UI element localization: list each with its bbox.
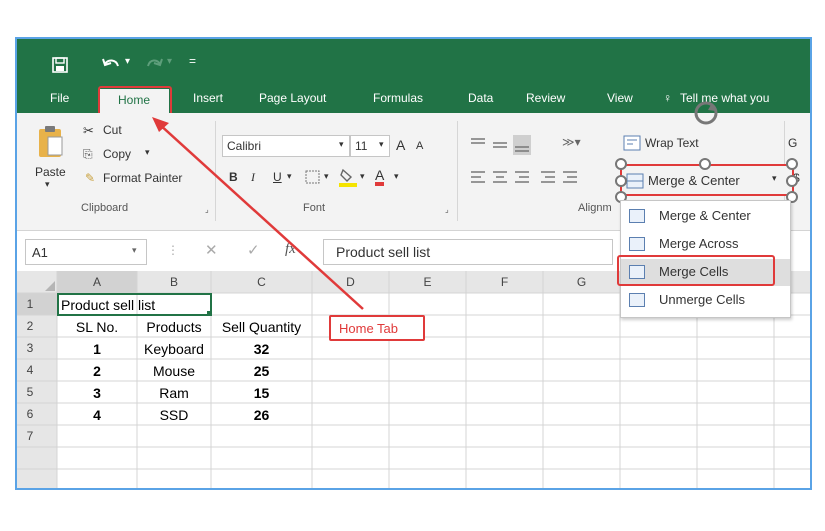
screenshot-frame: ▾ ▾ = File Home Insert Page Layout Formu…: [15, 37, 812, 490]
annotation-arrow: [152, 117, 364, 310]
excel-window: ▾ ▾ = File Home Insert Page Layout Formu…: [17, 39, 810, 488]
home-tab-callout: Home Tab: [329, 315, 425, 341]
callout-label: Home Tab: [339, 321, 399, 336]
